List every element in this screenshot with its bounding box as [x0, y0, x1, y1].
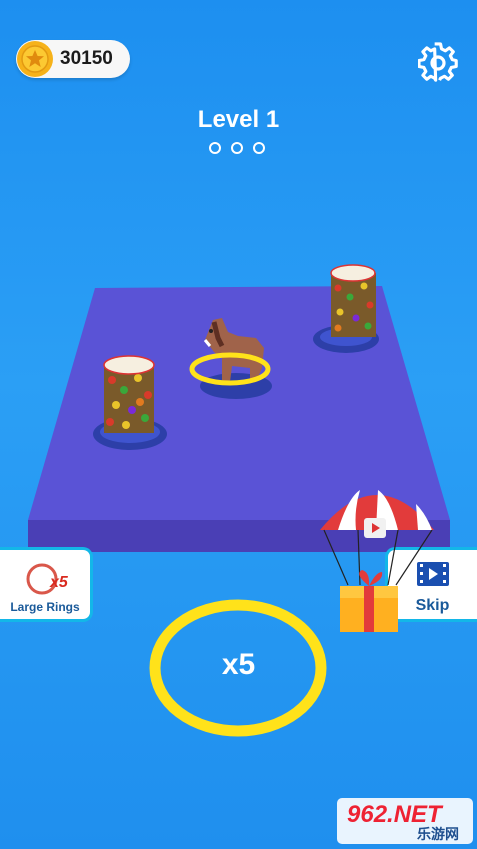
ring-count-label: x5: [221, 648, 256, 681]
large-rings-button[interactable]: x5 Large Rings: [0, 547, 93, 622]
watermark-sub: 乐游网: [417, 826, 459, 842]
parachute-gift-icon[interactable]: [318, 490, 436, 640]
game-board: [28, 264, 450, 737]
board-top: [28, 286, 450, 520]
watermark: 962.NET 乐游网: [337, 798, 473, 844]
large-rings-label: Large Rings: [10, 600, 80, 614]
large-rings-badge: x5: [50, 574, 68, 591]
